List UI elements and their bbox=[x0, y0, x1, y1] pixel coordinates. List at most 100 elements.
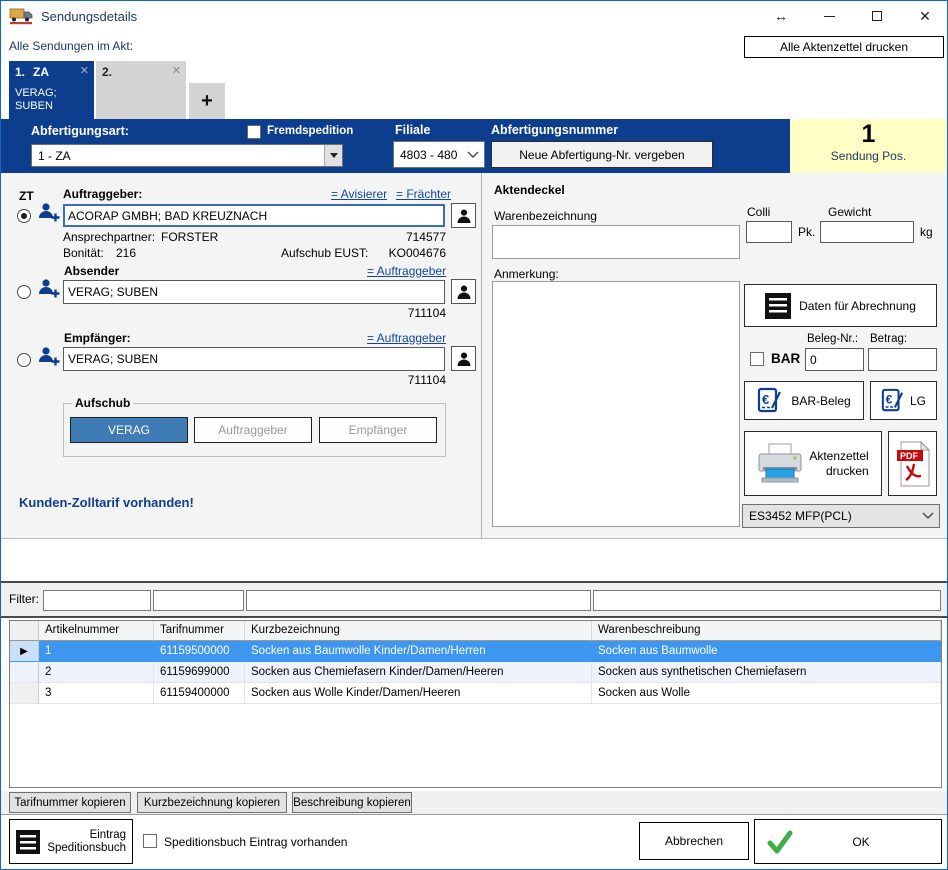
copy-beschreibung-button[interactable]: Beschreibung kopieren bbox=[292, 792, 412, 813]
anmerkung-textarea[interactable] bbox=[492, 281, 740, 527]
auftraggeber-input[interactable] bbox=[63, 204, 445, 227]
tab2-number: 2. bbox=[102, 65, 112, 79]
copy-kurzbezeichnung-button[interactable]: Kurzbezeichnung kopieren bbox=[137, 792, 287, 813]
copy-tarifnummer-button[interactable]: Tarifnummer kopieren bbox=[9, 792, 131, 813]
abfertigungsart-dropdown-icon[interactable] bbox=[324, 145, 342, 166]
column-header-artikelnummer[interactable]: Artikelnummer bbox=[39, 621, 154, 641]
auftraggeber-radio[interactable] bbox=[17, 209, 31, 223]
auftraggeber-lookup-button[interactable] bbox=[451, 203, 476, 228]
filiale-select[interactable]: 4803 - 480 bbox=[393, 141, 485, 168]
aufschub-group: Aufschub VERAG Auftraggeber Empfänger bbox=[63, 403, 446, 457]
ansprechpartner-label: Ansprechpartner: bbox=[63, 230, 155, 244]
shipment-tabs: 1.ZA ✕ VERAG; SUBEN 2. ✕ + bbox=[9, 61, 225, 119]
absender-label: Absender bbox=[64, 264, 119, 278]
column-header-tarifnummer[interactable]: Tarifnummer bbox=[154, 621, 245, 641]
absender-input[interactable] bbox=[63, 280, 445, 304]
cell-warenbeschreibung[interactable]: Socken aus Baumwolle bbox=[592, 641, 941, 662]
close-button[interactable]: ✕ bbox=[917, 8, 933, 24]
cell-tarifnummer[interactable]: 61159500000 bbox=[154, 641, 245, 662]
cell-tarifnummer[interactable]: 61159699000 bbox=[154, 662, 245, 683]
aufschub-verag-button[interactable]: VERAG bbox=[70, 417, 188, 443]
empfaenger-add-person-icon[interactable] bbox=[37, 345, 61, 367]
speditionsbuch-vorhanden-checkbox[interactable] bbox=[143, 834, 157, 848]
daten-fuer-abrechnung-button[interactable]: Daten für Abrechnung bbox=[744, 284, 937, 327]
colli-input[interactable] bbox=[746, 221, 792, 243]
aufschub-group-label: Aufschub bbox=[72, 396, 133, 410]
list-icon bbox=[16, 830, 40, 854]
bar-beleg-label: BAR-Beleg bbox=[791, 394, 850, 408]
dispatch-bar: Abfertigungsart: 1 - ZA Fremdspedition F… bbox=[1, 119, 947, 173]
absender-auftraggeber-link[interactable]: = Auftraggeber bbox=[367, 264, 446, 278]
filter-tarifnummer-input[interactable] bbox=[153, 590, 244, 611]
abrechnung-button-label: Daten für Abrechnung bbox=[799, 299, 916, 313]
avisierer-link[interactable]: = Avisierer bbox=[331, 187, 387, 201]
filter-warenbeschreibung-input[interactable] bbox=[593, 590, 941, 611]
fraechter-link[interactable]: = Frächter bbox=[396, 187, 451, 201]
articles-table: Artikelnummer Tarifnummer Kurzbezeichnun… bbox=[9, 620, 942, 788]
tab-shipment-1[interactable]: 1.ZA ✕ VERAG; SUBEN bbox=[9, 61, 94, 119]
printer-select[interactable]: ES3452 MFP(PCL) bbox=[742, 504, 940, 528]
tab-shipment-2[interactable]: 2. ✕ bbox=[96, 61, 186, 119]
eintrag-speditionsbuch-button[interactable]: Eintrag Speditionsbuch bbox=[9, 819, 133, 864]
main-panel: ZT Auftraggeber: = Avisierer = Frächter … bbox=[1, 173, 947, 539]
speditionsbuch-label-line2: Speditionsbuch bbox=[47, 842, 126, 854]
print-all-aktenzettel-button[interactable]: Alle Aktenzettel drucken bbox=[744, 36, 944, 58]
fremdspedition-label: Fremdspedition bbox=[267, 125, 353, 137]
articles-grid-panel: Filter: Artikelnummer Tarifnummer Kurzbe… bbox=[1, 581, 947, 791]
sendungsdetails-window: Sendungsdetails ↔ ✕ Alle Sendungen im Ak… bbox=[0, 0, 948, 870]
cell-artikelnummer[interactable]: 2 bbox=[39, 662, 154, 683]
cell-warenbeschreibung[interactable]: Socken aus Wolle bbox=[592, 683, 941, 704]
beleg-nr-input[interactable] bbox=[805, 348, 864, 371]
minimize-button[interactable] bbox=[821, 8, 837, 24]
empfaenger-input[interactable] bbox=[63, 347, 445, 371]
add-shipment-tab-button[interactable]: + bbox=[189, 83, 225, 119]
empfaenger-lookup-button[interactable] bbox=[451, 346, 476, 371]
position-count-box: 1 Sendung Pos. bbox=[790, 119, 947, 173]
aufschub-eust-value: KO004676 bbox=[356, 246, 446, 260]
cell-kurzbezeichnung[interactable]: Socken aus Chemiefasern Kinder/Damen/Hee… bbox=[245, 662, 592, 683]
cell-tarifnummer[interactable]: 61159400000 bbox=[154, 683, 245, 704]
list-icon bbox=[765, 293, 791, 319]
absender-lookup-button[interactable] bbox=[451, 279, 476, 304]
betrag-input[interactable] bbox=[868, 348, 937, 371]
ok-button[interactable]: OK bbox=[754, 819, 942, 864]
abfertigungsart-select[interactable]: 1 - ZA bbox=[31, 144, 343, 167]
aktenzettel-drucken-button[interactable]: Aktenzettel drucken bbox=[744, 431, 882, 496]
warenbezeichnung-input[interactable] bbox=[492, 225, 740, 259]
gewicht-input[interactable] bbox=[820, 221, 914, 243]
pdf-export-button[interactable]: PDF bbox=[888, 431, 937, 496]
auftraggeber-add-person-icon[interactable] bbox=[37, 201, 61, 223]
absender-radio[interactable] bbox=[17, 285, 31, 299]
column-header-warenbeschreibung[interactable]: Warenbeschreibung bbox=[592, 621, 941, 641]
cell-kurzbezeichnung[interactable]: Socken aus Baumwolle Kinder/Damen/Herren bbox=[245, 641, 592, 662]
cell-artikelnummer[interactable]: 1 bbox=[39, 641, 154, 662]
lg-button[interactable]: € LG bbox=[870, 381, 937, 420]
fremdspedition-checkbox[interactable] bbox=[247, 125, 261, 139]
empfaenger-radio[interactable] bbox=[17, 353, 31, 367]
resize-icon[interactable]: ↔ bbox=[773, 8, 789, 24]
maximize-button[interactable] bbox=[869, 8, 885, 24]
filter-label: Filter: bbox=[9, 592, 39, 606]
bonitaet-value: 216 bbox=[116, 246, 136, 260]
column-header-kurzbezeichnung[interactable]: Kurzbezeichnung bbox=[245, 621, 592, 641]
bar-beleg-button[interactable]: € BAR-Beleg bbox=[744, 381, 864, 420]
abfertigungsart-label: Abfertigungsart: bbox=[31, 124, 129, 138]
abbrechen-button[interactable]: Abbrechen bbox=[639, 822, 749, 860]
tab2-close-icon[interactable]: ✕ bbox=[172, 64, 181, 77]
anmerkung-label: Anmerkung: bbox=[494, 267, 559, 281]
neue-abfertigungsnummer-button[interactable]: Neue Abfertigung-Nr. vergeben bbox=[491, 141, 713, 168]
filter-kurzbezeichnung-input[interactable] bbox=[246, 590, 591, 611]
bar-checkbox[interactable] bbox=[750, 352, 764, 366]
filter-artikelnummer-input[interactable] bbox=[43, 590, 151, 611]
cell-artikelnummer[interactable]: 3 bbox=[39, 683, 154, 704]
colli-label: Colli bbox=[747, 205, 770, 219]
empfaenger-auftraggeber-link[interactable]: = Auftraggeber bbox=[367, 331, 446, 345]
cell-warenbeschreibung[interactable]: Socken aus synthetischen Chemiefasern bbox=[592, 662, 941, 683]
tab1-close-icon[interactable]: ✕ bbox=[80, 64, 89, 77]
warenbezeichnung-label: Warenbezeichnung bbox=[494, 209, 597, 223]
aufschub-auftraggeber-button[interactable]: Auftraggeber bbox=[194, 417, 312, 443]
aufschub-empfaenger-button[interactable]: Empfänger bbox=[319, 417, 437, 443]
absender-add-person-icon[interactable] bbox=[37, 277, 61, 299]
cell-kurzbezeichnung[interactable]: Socken aus Wolle Kinder/Damen/Heeren bbox=[245, 683, 592, 704]
filiale-label: Filiale bbox=[395, 123, 430, 137]
